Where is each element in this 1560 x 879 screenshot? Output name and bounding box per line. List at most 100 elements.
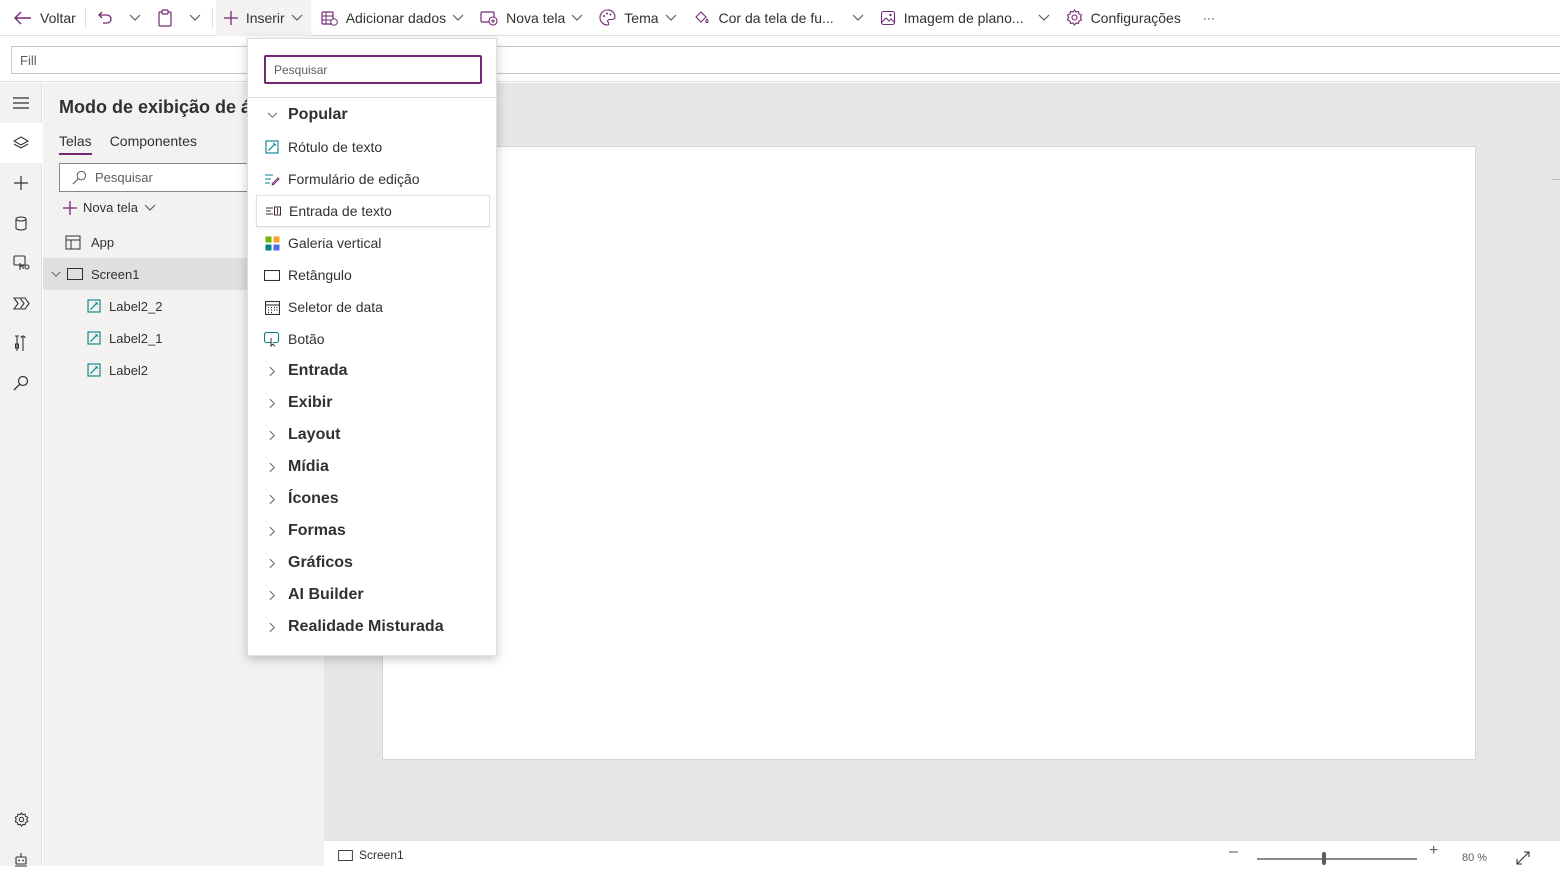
- property-selector[interactable]: Fill: [11, 46, 251, 74]
- add-data-button[interactable]: Adicionar dados: [311, 0, 470, 36]
- more-options-button[interactable]: ···: [1187, 0, 1225, 36]
- edit-form-icon: [265, 174, 280, 186]
- zoom-slider-thumb[interactable]: [1322, 852, 1327, 865]
- screen-icon: [338, 849, 353, 861]
- screen-canvas[interactable]: [382, 146, 1476, 760]
- plus-icon: [14, 176, 28, 190]
- category-charts[interactable]: Gráficos: [256, 547, 490, 579]
- rectangle-icon: [264, 269, 280, 281]
- formula-input[interactable]: [490, 46, 1560, 74]
- settings-button[interactable]: Configurações: [1056, 0, 1187, 36]
- item-label: Retângulo: [288, 267, 352, 283]
- clipboard-icon: [158, 8, 172, 27]
- chevron-down-icon: [267, 112, 277, 118]
- chevron-down-icon: [665, 14, 676, 21]
- paste-dropdown[interactable]: [181, 0, 209, 36]
- virtual-agent-rail-button[interactable]: [0, 839, 42, 879]
- insert-vertical-gallery[interactable]: Galeria vertical: [256, 227, 490, 259]
- gear-icon: [14, 811, 28, 827]
- database-add-icon: [321, 10, 338, 26]
- category-label: AI Builder: [288, 586, 364, 603]
- category-layout[interactable]: Layout: [256, 419, 490, 451]
- insert-button[interactable]: Botão: [256, 323, 490, 355]
- insert-rail-button[interactable]: [0, 163, 42, 203]
- chevron-right-icon: [269, 398, 275, 408]
- hamburger-icon: [13, 97, 29, 109]
- new-screen-tree-button[interactable]: Nova tela: [63, 200, 156, 215]
- tab-screens[interactable]: Telas: [59, 133, 92, 155]
- power-automate-rail-button[interactable]: [0, 283, 42, 323]
- paste-button[interactable]: [149, 0, 181, 36]
- category-icons[interactable]: Ícones: [256, 483, 490, 515]
- more-options-label: ···: [1202, 10, 1215, 25]
- fit-to-window-button[interactable]: [1516, 851, 1530, 868]
- category-label: Realidade Misturada: [288, 618, 444, 635]
- insert-search-input[interactable]: Pesquisar: [264, 55, 482, 84]
- tree-item-label: Screen1: [91, 266, 140, 282]
- chevron-down-icon: [852, 14, 864, 21]
- insert-text-label[interactable]: Rótulo de texto: [256, 131, 490, 163]
- popular-category[interactable]: Popular: [256, 99, 490, 131]
- zoom-slider[interactable]: [1257, 852, 1417, 865]
- tools-rail-button[interactable]: [0, 323, 42, 363]
- item-label: Botão: [288, 331, 325, 347]
- undo-dropdown[interactable]: [121, 0, 149, 36]
- chevron-right-icon: [269, 494, 275, 504]
- category-mixed-reality[interactable]: Realidade Misturada: [256, 611, 490, 643]
- category-media[interactable]: Mídia: [256, 451, 490, 483]
- settings-label: Configurações: [1090, 9, 1181, 26]
- category-label: Formas: [288, 522, 346, 539]
- data-rail-button[interactable]: [0, 203, 42, 243]
- tree-view-button[interactable]: [0, 123, 42, 163]
- zoom-level: 80 %: [1462, 852, 1488, 864]
- insert-label: Inserir: [245, 9, 285, 26]
- gear-icon: [1066, 9, 1082, 26]
- screen-selector-label: Screen1: [359, 848, 404, 862]
- insert-edit-form[interactable]: Formulário de edição: [256, 163, 490, 195]
- screen-color-button[interactable]: Cor da tela de fu...: [683, 0, 870, 36]
- background-image-button[interactable]: Imagem de plano...: [870, 0, 1056, 36]
- chevron-right-icon: [269, 622, 275, 632]
- text-label-icon: [87, 331, 101, 345]
- divider: [84, 7, 86, 28]
- menu-button[interactable]: [0, 83, 42, 123]
- chevron-down-icon: [571, 14, 583, 21]
- insert-button[interactable]: Inserir: [215, 0, 311, 36]
- tab-components[interactable]: Componentes: [110, 133, 197, 155]
- insert-date-picker[interactable]: Seletor de data: [256, 291, 490, 323]
- zoom-in-button[interactable]: +: [1429, 842, 1438, 860]
- category-shapes[interactable]: Formas: [256, 515, 490, 547]
- text-label-icon: [265, 140, 279, 154]
- new-screen-icon: [480, 10, 498, 26]
- insert-menu: Pesquisar Popular Rótulo de texto Formul…: [247, 38, 498, 656]
- search-rail-button[interactable]: [0, 363, 42, 403]
- chevron-right-icon: [269, 462, 275, 472]
- theme-button[interactable]: Tema: [589, 0, 682, 36]
- category-label: Layout: [288, 426, 341, 443]
- item-label: Formulário de edição: [288, 171, 420, 187]
- screen-selector[interactable]: Screen1: [338, 848, 404, 862]
- category-label: Entrada: [288, 362, 348, 379]
- paint-bucket-icon: [694, 10, 709, 23]
- media-rail-button[interactable]: [0, 243, 42, 283]
- button-icon: [264, 331, 280, 347]
- category-display[interactable]: Exibir: [256, 387, 490, 419]
- zoom-out-button[interactable]: –: [1229, 843, 1238, 861]
- insert-text-input[interactable]: Entrada de texto: [256, 195, 490, 227]
- chevron-down-icon: [291, 14, 303, 21]
- undo-icon: [97, 11, 112, 24]
- panel-title: Modo de exibição de á: [59, 97, 252, 117]
- chevron-right-icon: [269, 558, 275, 568]
- chevron-down-icon: [1038, 14, 1049, 21]
- category-ai-builder[interactable]: AI Builder: [256, 579, 490, 611]
- new-screen-button[interactable]: Nova tela: [470, 0, 589, 36]
- back-button[interactable]: Voltar: [0, 0, 82, 36]
- database-icon: [15, 215, 27, 231]
- canvas-area: [324, 83, 1560, 840]
- insert-rectangle[interactable]: Retângulo: [256, 259, 490, 291]
- divider: [248, 97, 498, 98]
- settings-rail-button[interactable]: [0, 799, 42, 839]
- chevron-right-icon: [269, 526, 275, 536]
- undo-button[interactable]: [89, 0, 121, 36]
- category-input[interactable]: Entrada: [256, 355, 490, 387]
